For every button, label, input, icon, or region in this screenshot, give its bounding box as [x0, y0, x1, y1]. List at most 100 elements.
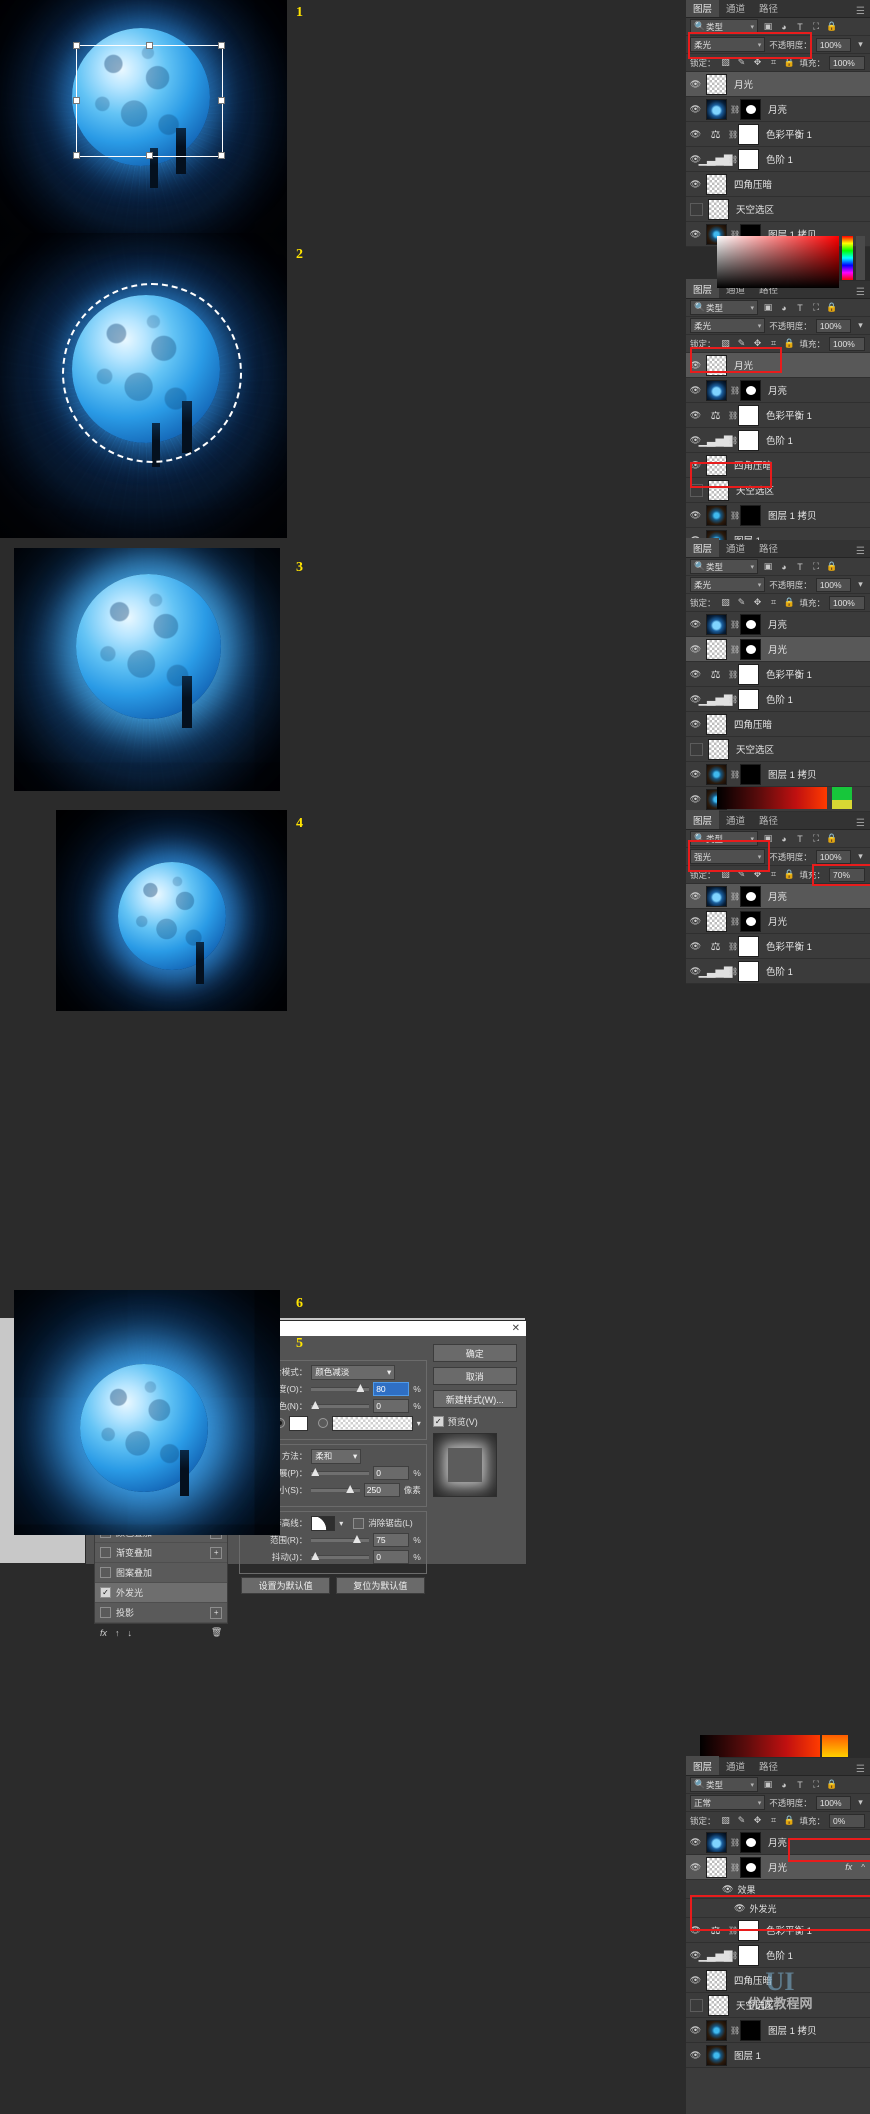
- eye-icon[interactable]: 👁: [688, 1925, 703, 1936]
- style-item-gradient-overlay[interactable]: 渐变叠加 +: [95, 1543, 227, 1563]
- eye-icon-off[interactable]: [690, 743, 703, 756]
- layer-thumbnail[interactable]: [706, 1857, 727, 1878]
- spread-slider[interactable]: [311, 1471, 369, 1475]
- link-icon[interactable]: ⛓: [730, 645, 737, 654]
- lock-move-icon[interactable]: ✥: [752, 597, 764, 609]
- color-picker-widget[interactable]: [717, 236, 865, 280]
- opacity-value[interactable]: 100%: [816, 578, 851, 592]
- layer-row-levels[interactable]: 👁 ▁▃▅▇ ⛓ 色阶 1: [686, 687, 870, 712]
- layer-thumbnail[interactable]: [706, 455, 727, 476]
- layer-row-moonlight[interactable]: 👁 月光: [686, 72, 870, 97]
- layer-row-color-balance[interactable]: 👁 ⚖ ⛓ 色彩平衡 1: [686, 662, 870, 687]
- lock-row[interactable]: 锁定： ▧ ✎ ✥ ⌗ 🔒 填充： 100%: [686, 335, 870, 353]
- layer-mask-thumbnail[interactable]: [738, 405, 759, 426]
- adjustment-filter-icon[interactable]: ◕: [778, 833, 790, 845]
- gradient-preview-strip-2[interactable]: [700, 1735, 820, 1757]
- color-field[interactable]: [717, 236, 839, 288]
- link-icon[interactable]: ⛓: [730, 105, 737, 114]
- layer-row-moon[interactable]: 👁 ⛓ 月亮: [686, 1830, 870, 1855]
- image-filter-icon[interactable]: ▣: [762, 1779, 774, 1791]
- eye-icon[interactable]: 👁: [688, 510, 703, 521]
- layer-mask-thumbnail[interactable]: [738, 961, 759, 982]
- lock-row[interactable]: 锁定： ▧ ✎ ✥ ⌗ 🔒 填充： 100%: [686, 594, 870, 612]
- chevron-down-icon[interactable]: ▾: [353, 1451, 357, 1462]
- levels-icon[interactable]: ▁▃▅▇: [706, 962, 725, 981]
- image-filter-icon[interactable]: ▣: [762, 302, 774, 314]
- layer-row-vignette[interactable]: 👁 四角压暗: [686, 172, 870, 197]
- eye-icon[interactable]: 👁: [688, 79, 703, 90]
- text-filter-icon[interactable]: T: [794, 561, 806, 573]
- spread-input[interactable]: 0: [373, 1466, 409, 1480]
- shape-filter-icon[interactable]: ⛶: [810, 302, 822, 314]
- text-filter-icon[interactable]: T: [794, 1779, 806, 1791]
- eye-icon[interactable]: 👁: [688, 794, 703, 805]
- color-balance-icon[interactable]: ⚖: [706, 125, 725, 144]
- tab-paths[interactable]: 路径: [752, 538, 785, 557]
- layer-thumbnail[interactable]: [706, 99, 727, 120]
- lock-artboard-icon[interactable]: ⌗: [768, 869, 780, 881]
- step2-layers-panel[interactable]: 图层 通道 路径 ☰ 🔍 类型▾ ▣ ◕ T ⛶ 🔒 柔光▾ 不透明度： 100…: [686, 281, 870, 538]
- checkbox-checked[interactable]: ✓: [433, 1416, 444, 1427]
- link-icon[interactable]: ⛓: [730, 892, 737, 901]
- link-icon[interactable]: ⛓: [730, 511, 737, 520]
- transform-selection-box[interactable]: [76, 45, 223, 157]
- levels-icon[interactable]: ▁▃▅▇: [706, 690, 725, 709]
- link-icon[interactable]: ⛓: [728, 436, 735, 445]
- layer-mask-thumbnail[interactable]: [740, 99, 761, 120]
- fill-value[interactable]: 0%: [829, 1814, 865, 1828]
- chevron-down-icon[interactable]: ▾: [855, 579, 866, 591]
- jitter-input[interactable]: 0: [373, 1550, 409, 1564]
- link-icon[interactable]: ⛓: [730, 620, 737, 629]
- lock-artboard-icon[interactable]: ⌗: [768, 57, 780, 69]
- panel-menu-icon[interactable]: ☰: [856, 6, 865, 17]
- jitter-slider[interactable]: [311, 1555, 369, 1559]
- eye-icon[interactable]: 👁: [688, 229, 703, 240]
- layer-thumbnail[interactable]: [706, 911, 727, 932]
- tab-paths[interactable]: 路径: [752, 0, 785, 17]
- layer-row-moon[interactable]: 👁 ⛓ 月亮: [686, 884, 870, 909]
- layer-row-moon[interactable]: 👁 ⛓ 月亮: [686, 378, 870, 403]
- layer-row-moonlight[interactable]: 👁 ⛓ 月光: [686, 637, 870, 662]
- text-filter-icon[interactable]: T: [794, 302, 806, 314]
- step3-layers-panel[interactable]: 图层 通道 路径 ☰ 🔍 类型▾ ▣ ◕ T ⛶ 🔒 柔光▾ 不透明度： 100…: [686, 540, 870, 805]
- opacity-value[interactable]: 100%: [816, 850, 851, 864]
- size-input[interactable]: 250: [364, 1483, 400, 1497]
- eye-icon[interactable]: 👁: [688, 460, 703, 471]
- elliptical-marquee-selection[interactable]: [62, 283, 242, 463]
- layer-mask-thumbnail[interactable]: [738, 430, 759, 451]
- fill-value[interactable]: 100%: [829, 337, 865, 351]
- lock-move-icon[interactable]: ✥: [752, 869, 764, 881]
- panel-menu-icon[interactable]: ☰: [856, 546, 865, 557]
- filter-bar[interactable]: 🔍 类型▾ ▣ ◕ T ⛶ 🔒: [686, 558, 870, 576]
- lock-brush-icon[interactable]: ✎: [736, 1815, 748, 1827]
- blend-mode-value[interactable]: 柔光: [694, 320, 711, 332]
- layer-row-layer1-copy[interactable]: 👁 ⛓ 图层 1 拷贝: [686, 762, 870, 787]
- layer-row-layer1[interactable]: 👁 图层 1: [686, 2043, 870, 2068]
- link-icon[interactable]: ⛓: [728, 670, 735, 679]
- smart-object-filter-icon[interactable]: 🔒: [826, 1779, 838, 1791]
- layer-thumbnail[interactable]: [706, 174, 727, 195]
- gradient-radio[interactable]: [318, 1418, 328, 1428]
- layer-mask-thumbnail[interactable]: [740, 911, 761, 932]
- panel-tab-strip[interactable]: 图层 通道 路径 ☰: [686, 540, 870, 558]
- opacity-input[interactable]: 80: [373, 1382, 409, 1396]
- eye-icon[interactable]: 👁: [688, 619, 703, 630]
- link-icon[interactable]: ⛓: [728, 1951, 735, 1960]
- transform-handle-tl[interactable]: [73, 42, 80, 49]
- layer-thumbnail[interactable]: [706, 764, 727, 785]
- eye-icon[interactable]: 👁: [688, 2050, 703, 2061]
- shape-filter-icon[interactable]: ⛶: [810, 1779, 822, 1791]
- fx-icon[interactable]: fx: [100, 1628, 107, 1638]
- color-balance-icon[interactable]: ⚖: [706, 406, 725, 425]
- lock-transparent-icon[interactable]: ▧: [720, 869, 732, 881]
- chevron-down-icon[interactable]: ▾: [855, 1797, 866, 1809]
- filter-bar[interactable]: 🔍 类型 ▾ ▣ ◕ T ⛶ 🔒: [686, 18, 870, 36]
- blend-mode-row[interactable]: 柔光▾ 不透明度： 100% ▾: [686, 36, 870, 54]
- link-icon[interactable]: ⛓: [730, 386, 737, 395]
- smart-object-filter-icon[interactable]: 🔒: [826, 833, 838, 845]
- link-icon[interactable]: ⛓: [728, 411, 735, 420]
- eye-icon[interactable]: 👁: [688, 719, 703, 730]
- layer-thumbnail[interactable]: [706, 886, 727, 907]
- lock-all-icon[interactable]: 🔒: [784, 57, 796, 69]
- levels-icon[interactable]: ▁▃▅▇: [706, 1946, 725, 1965]
